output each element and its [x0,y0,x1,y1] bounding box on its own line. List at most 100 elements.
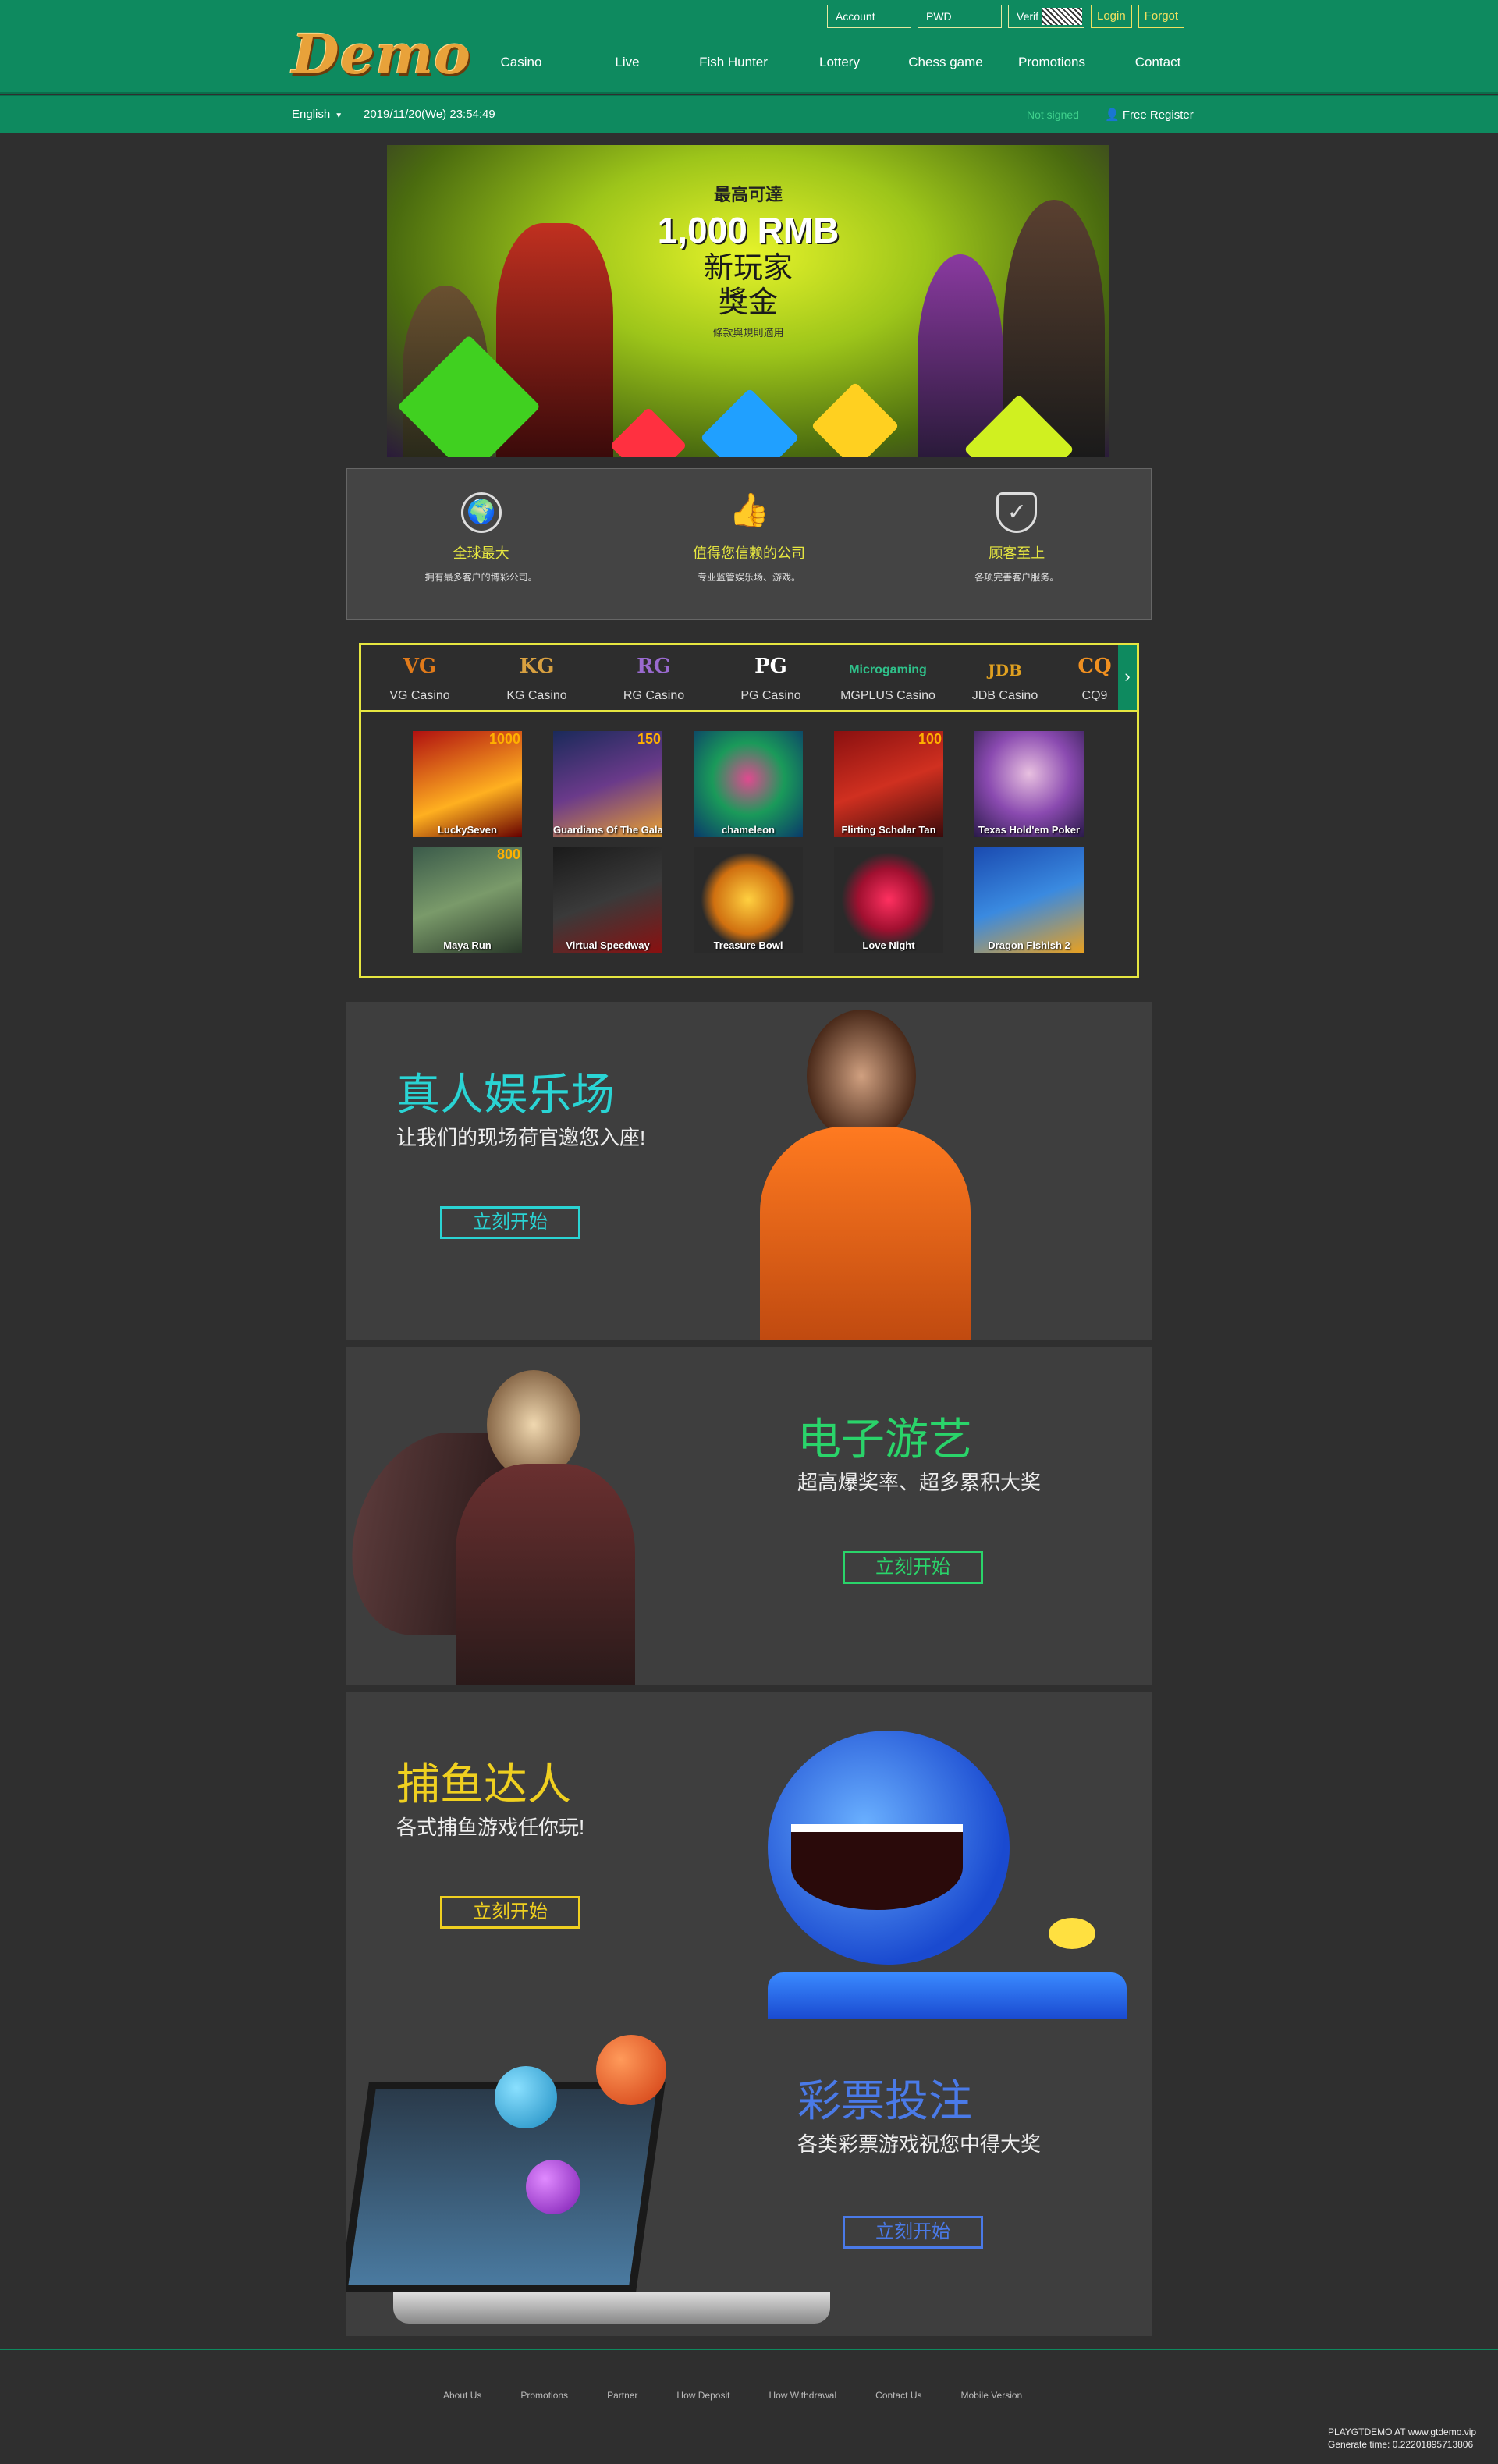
category-subtitle: 各式捕鱼游戏任你玩! [396,1816,585,1839]
site-header: Demo Account PWD Verif Login Forgot Casi… [0,0,1498,94]
provider-tab-cq9[interactable]: CQ CQ9 [1063,645,1126,710]
game-tile[interactable]: 150 Guardians Of The Galaxy [553,731,662,837]
game-tile[interactable]: chameleon [694,731,803,837]
game-name: Flirting Scholar Tan [841,824,936,836]
footer-divider [0,2349,1498,2350]
game-tile[interactable]: 100 Flirting Scholar Tan [834,731,943,837]
provider-name: MGPLUS Casino [840,689,935,702]
free-register-link[interactable]: 👤 Free Register [1105,108,1194,122]
feature-subtitle: 拥有最多客户的博彩公司。 [424,572,538,583]
provider-logo: KG [519,655,555,678]
category-title: 捕鱼达人 [396,1759,571,1809]
banner-line-1: 最高可達 [713,185,783,204]
start-button[interactable]: 立刻开始 [440,1896,580,1929]
provider-tab-pg[interactable]: PG PG Casino [712,645,829,710]
start-button[interactable]: 立刻开始 [843,2216,983,2249]
nav-item-contact[interactable]: Contact [1105,55,1211,70]
banner-gem [811,382,900,457]
game-name: Guardians Of The Galaxy [553,824,662,836]
banner-terms: 條款與規則適用 [712,327,784,339]
banner-line-3: 新玩家 [703,252,793,285]
generate-time: Generate time: 0.22201895713806 [1328,2439,1474,2450]
status-bar: English ▼ 2019/11/20(We) 23:54:49 Not sig… [0,95,1498,133]
login-button[interactable]: Login [1091,5,1132,28]
games-panel: VG VG Casino KG KG Casino RG RG Casino P… [359,643,1139,978]
game-name: Love Night [862,939,915,951]
provider-tab-jdb[interactable]: JDB JDB Casino [946,645,1063,710]
game-name: Virtual Speedway [566,939,650,951]
footer-link-partner[interactable]: Partner [607,2390,637,2401]
chevron-down-icon: ▼ [335,112,343,120]
forgot-button[interactable]: Forgot [1138,5,1185,28]
provider-tab-mgplus[interactable]: Microgaming MGPLUS Casino [829,645,946,710]
verification-input[interactable]: Verif [1008,5,1084,28]
game-tile[interactable]: Virtual Speedway [553,847,662,953]
nav-item-fish-hunter[interactable]: Fish Hunter [680,55,786,70]
language-label: English [292,108,331,121]
register-label: Free Register [1122,108,1194,122]
password-input[interactable]: PWD [918,5,1002,28]
provider-tab-vg[interactable]: VG VG Casino [361,645,478,710]
game-name: Texas Hold'em Poker [978,824,1080,836]
provider-logo: RG [637,655,671,678]
provider-name: CQ9 [1081,689,1108,702]
nav-item-live[interactable]: Live [574,55,680,70]
footer-link-contact[interactable]: Contact Us [875,2390,921,2401]
jackpot-badge: 800 [496,847,520,862]
footer-link-deposit[interactable]: How Deposit [676,2390,729,2401]
game-tile[interactable]: Dragon Fishish 2 [974,847,1084,953]
verification-placeholder: Verif [1017,10,1039,23]
promo-banner[interactable]: 最高可達 1,000 RMB 新玩家 獎金 條款與規則適用 [387,145,1109,457]
start-button[interactable]: 立刻开始 [440,1206,580,1239]
chevron-right-icon[interactable]: › [1118,645,1137,710]
main-nav: Casino Live Fish Hunter Lottery Chess ga… [468,55,1211,70]
language-select[interactable]: English ▼ [292,108,343,121]
category-fishing: 捕鱼达人 各式捕鱼游戏任你玩! 立刻开始 [346,1692,1152,2030]
site-logo[interactable]: Demo [292,22,470,92]
game-tile[interactable]: Treasure Bowl [694,847,803,953]
footer-link-withdrawal[interactable]: How Withdrawal [769,2390,836,2401]
game-name: chameleon [722,824,775,836]
sign-status: Not signed [1027,108,1079,121]
dealer-image [752,1010,978,1340]
feature-subtitle: 各项完善客户服务。 [974,572,1060,583]
provider-logo: JDB [988,661,1022,680]
footer-link-mobile[interactable]: Mobile Version [961,2390,1023,2401]
game-tile[interactable]: 1000 LuckySeven [413,731,522,837]
provider-name: KG Casino [506,689,567,702]
footer-link-about[interactable]: About Us [443,2390,481,2401]
game-tile[interactable]: 800 Maya Run [413,847,522,953]
footer-links: About Us Promotions Partner How Deposit … [443,2390,1022,2401]
nav-item-promotions[interactable]: Promotions [999,55,1105,70]
warrior-image [346,1354,760,1685]
feature-subtitle: 专业监管娱乐场、游戏。 [697,572,800,583]
nav-item-chess-game[interactable]: Chess game [893,55,999,70]
nav-item-lottery[interactable]: Lottery [786,55,893,70]
nav-item-casino[interactable]: Casino [468,55,574,70]
provider-tab-kg[interactable]: KG KG Casino [478,645,595,710]
shield-check-icon: ✓ [996,492,1038,533]
feature-item: 🌍 全球最大 拥有最多客户的博彩公司。 [364,492,598,619]
category-lottery: 彩票投注 各类彩票游戏祝您中得大奖 立刻开始 [346,2019,1152,2336]
shark-image [768,1707,1127,2030]
provider-logo: Microgaming [849,663,927,676]
jackpot-badge: 100 [918,731,942,747]
game-name: Treasure Bowl [713,939,783,951]
captcha-image[interactable] [1042,8,1082,25]
start-button[interactable]: 立刻开始 [843,1551,983,1584]
logo-text: Demo [292,22,471,87]
provider-name: RG Casino [623,689,685,702]
banner-line-2: 1,000 RMB [657,210,840,250]
provider-tab-rg[interactable]: RG RG Casino [595,645,712,710]
login-bar: Account PWD Verif Login Forgot [827,5,1185,28]
category-title: 真人娱乐场 [396,1070,615,1119]
category-slots: 电子游艺 超高爆奖率、超多累积大奖 立刻开始 [346,1347,1152,1685]
account-input[interactable]: Account [827,5,911,28]
footer-info: PLAYGTDEMO AT www.gtdemo.vip Generate ti… [1328,2426,1476,2451]
game-tile[interactable]: Love Night [834,847,943,953]
jackpot-badge: 150 [637,731,661,747]
laptop-image [346,2035,830,2336]
game-grid: 1000 LuckySeven 150 Guardians Of The Gal… [413,731,1084,953]
footer-link-promotions[interactable]: Promotions [520,2390,568,2401]
game-tile[interactable]: Texas Hold'em Poker [974,731,1084,837]
